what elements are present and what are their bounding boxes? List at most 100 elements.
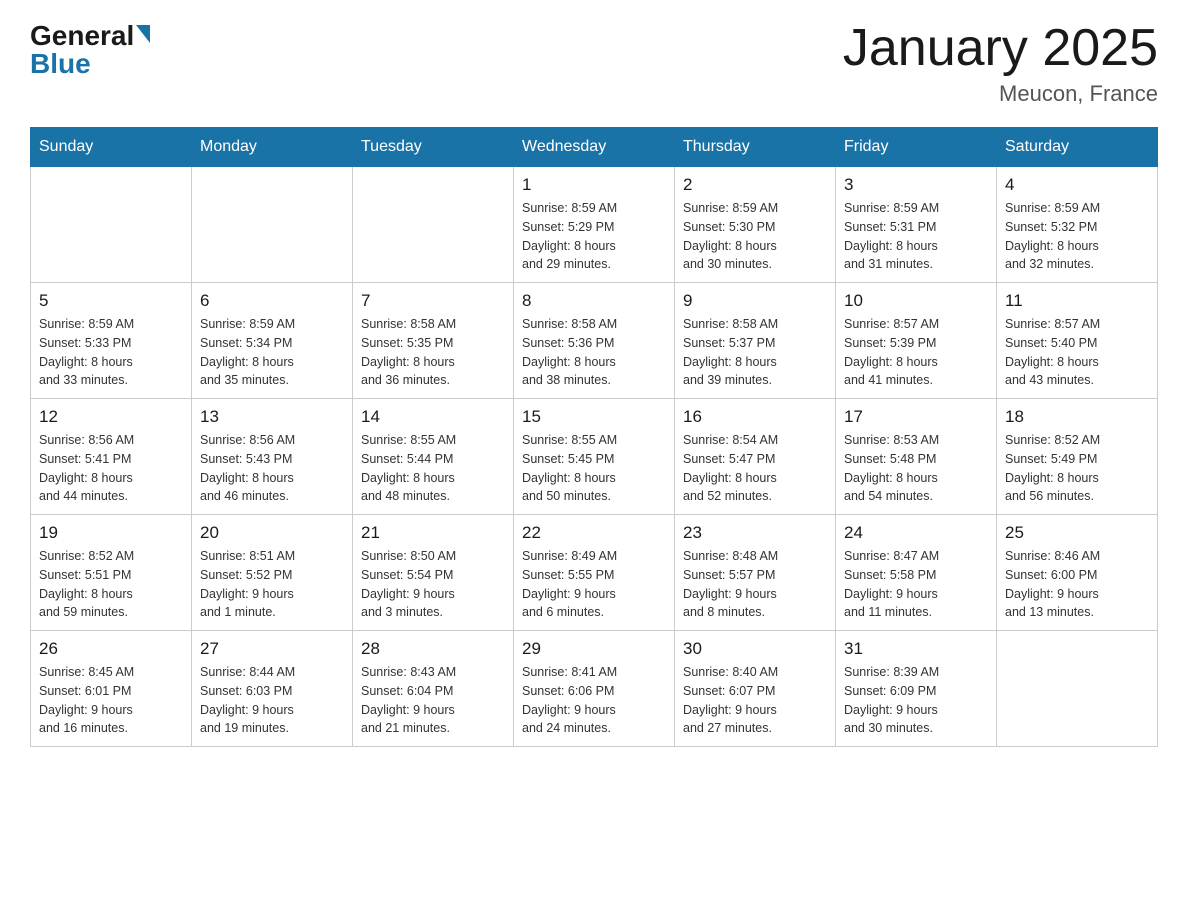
calendar-cell: 21 Sunrise: 8:50 AM Sunset: 5:54 PM Dayli… xyxy=(353,515,514,631)
calendar-cell: 14 Sunrise: 8:55 AM Sunset: 5:44 PM Dayli… xyxy=(353,399,514,515)
logo: General Blue xyxy=(30,20,150,80)
day-info: Sunrise: 8:59 AM Sunset: 5:34 PM Dayligh… xyxy=(200,315,344,390)
day-info: Sunrise: 8:59 AM Sunset: 5:33 PM Dayligh… xyxy=(39,315,183,390)
day-info: Sunrise: 8:56 AM Sunset: 5:43 PM Dayligh… xyxy=(200,431,344,506)
day-info: Sunrise: 8:56 AM Sunset: 5:41 PM Dayligh… xyxy=(39,431,183,506)
calendar-day-header: Saturday xyxy=(997,128,1158,167)
day-info: Sunrise: 8:59 AM Sunset: 5:31 PM Dayligh… xyxy=(844,199,988,274)
day-info: Sunrise: 8:58 AM Sunset: 5:36 PM Dayligh… xyxy=(522,315,666,390)
day-info: Sunrise: 8:41 AM Sunset: 6:06 PM Dayligh… xyxy=(522,663,666,738)
day-number: 10 xyxy=(844,291,988,311)
calendar-cell: 8 Sunrise: 8:58 AM Sunset: 5:36 PM Daylig… xyxy=(514,283,675,399)
day-info: Sunrise: 8:43 AM Sunset: 6:04 PM Dayligh… xyxy=(361,663,505,738)
day-number: 31 xyxy=(844,639,988,659)
day-info: Sunrise: 8:39 AM Sunset: 6:09 PM Dayligh… xyxy=(844,663,988,738)
day-number: 6 xyxy=(200,291,344,311)
day-number: 8 xyxy=(522,291,666,311)
logo-blue: Blue xyxy=(30,48,91,80)
day-number: 12 xyxy=(39,407,183,427)
day-number: 17 xyxy=(844,407,988,427)
calendar-cell: 28 Sunrise: 8:43 AM Sunset: 6:04 PM Dayli… xyxy=(353,631,514,747)
calendar-cell: 17Sunrise: 8:53 AM Sunset: 5:48 PM Dayli… xyxy=(836,399,997,515)
calendar-cell: 20Sunrise: 8:51 AM Sunset: 5:52 PM Dayli… xyxy=(192,515,353,631)
calendar-cell: 25Sunrise: 8:46 AM Sunset: 6:00 PM Dayli… xyxy=(997,515,1158,631)
day-number: 11 xyxy=(1005,291,1149,311)
calendar-cell: 29 Sunrise: 8:41 AM Sunset: 6:06 PM Dayli… xyxy=(514,631,675,747)
calendar-week-row: 26 Sunrise: 8:45 AM Sunset: 6:01 PM Dayli… xyxy=(31,631,1158,747)
calendar-cell: 10 Sunrise: 8:57 AM Sunset: 5:39 PM Dayli… xyxy=(836,283,997,399)
day-info: Sunrise: 8:55 AM Sunset: 5:45 PM Dayligh… xyxy=(522,431,666,506)
day-number: 23 xyxy=(683,523,827,543)
calendar-week-row: 5 Sunrise: 8:59 AM Sunset: 5:33 PM Daylig… xyxy=(31,283,1158,399)
calendar-cell: 19Sunrise: 8:52 AM Sunset: 5:51 PM Dayli… xyxy=(31,515,192,631)
calendar-day-header: Friday xyxy=(836,128,997,167)
calendar-week-row: 19Sunrise: 8:52 AM Sunset: 5:51 PM Dayli… xyxy=(31,515,1158,631)
day-number: 26 xyxy=(39,639,183,659)
day-info: Sunrise: 8:57 AM Sunset: 5:39 PM Dayligh… xyxy=(844,315,988,390)
calendar-cell: 31 Sunrise: 8:39 AM Sunset: 6:09 PM Dayli… xyxy=(836,631,997,747)
calendar-day-header: Wednesday xyxy=(514,128,675,167)
day-number: 19 xyxy=(39,523,183,543)
title-section: January 2025 Meucon, France xyxy=(843,20,1158,107)
calendar-cell: 23 Sunrise: 8:48 AM Sunset: 5:57 PM Dayli… xyxy=(675,515,836,631)
day-number: 16 xyxy=(683,407,827,427)
day-number: 27 xyxy=(200,639,344,659)
calendar-cell: 24 Sunrise: 8:47 AM Sunset: 5:58 PM Dayli… xyxy=(836,515,997,631)
day-info: Sunrise: 8:55 AM Sunset: 5:44 PM Dayligh… xyxy=(361,431,505,506)
day-info: Sunrise: 8:47 AM Sunset: 5:58 PM Dayligh… xyxy=(844,547,988,622)
day-info: Sunrise: 8:49 AM Sunset: 5:55 PM Dayligh… xyxy=(522,547,666,622)
calendar-cell xyxy=(353,167,514,283)
day-number: 5 xyxy=(39,291,183,311)
day-number: 22 xyxy=(522,523,666,543)
day-number: 14 xyxy=(361,407,505,427)
day-number: 25 xyxy=(1005,523,1149,543)
day-info: Sunrise: 8:52 AM Sunset: 5:49 PM Dayligh… xyxy=(1005,431,1149,506)
day-info: Sunrise: 8:50 AM Sunset: 5:54 PM Dayligh… xyxy=(361,547,505,622)
day-info: Sunrise: 8:45 AM Sunset: 6:01 PM Dayligh… xyxy=(39,663,183,738)
day-info: Sunrise: 8:48 AM Sunset: 5:57 PM Dayligh… xyxy=(683,547,827,622)
calendar-cell: 13 Sunrise: 8:56 AM Sunset: 5:43 PM Dayli… xyxy=(192,399,353,515)
day-info: Sunrise: 8:59 AM Sunset: 5:32 PM Dayligh… xyxy=(1005,199,1149,274)
calendar-day-header: Tuesday xyxy=(353,128,514,167)
day-number: 9 xyxy=(683,291,827,311)
page-header: General Blue January 2025 Meucon, France xyxy=(30,20,1158,107)
day-number: 28 xyxy=(361,639,505,659)
day-number: 30 xyxy=(683,639,827,659)
day-number: 7 xyxy=(361,291,505,311)
logo-triangle-icon xyxy=(136,25,150,43)
calendar-day-header: Thursday xyxy=(675,128,836,167)
calendar-cell: 1Sunrise: 8:59 AM Sunset: 5:29 PM Daylig… xyxy=(514,167,675,283)
calendar-cell: 27 Sunrise: 8:44 AM Sunset: 6:03 PM Dayli… xyxy=(192,631,353,747)
calendar-table: SundayMondayTuesdayWednesdayThursdayFrid… xyxy=(30,127,1158,747)
calendar-week-row: 1Sunrise: 8:59 AM Sunset: 5:29 PM Daylig… xyxy=(31,167,1158,283)
calendar-header-row: SundayMondayTuesdayWednesdayThursdayFrid… xyxy=(31,128,1158,167)
day-number: 29 xyxy=(522,639,666,659)
calendar-cell: 3Sunrise: 8:59 AM Sunset: 5:31 PM Daylig… xyxy=(836,167,997,283)
calendar-cell: 26 Sunrise: 8:45 AM Sunset: 6:01 PM Dayli… xyxy=(31,631,192,747)
calendar-cell: 4 Sunrise: 8:59 AM Sunset: 5:32 PM Daylig… xyxy=(997,167,1158,283)
calendar-cell: 5 Sunrise: 8:59 AM Sunset: 5:33 PM Daylig… xyxy=(31,283,192,399)
day-info: Sunrise: 8:44 AM Sunset: 6:03 PM Dayligh… xyxy=(200,663,344,738)
calendar-cell: 18 Sunrise: 8:52 AM Sunset: 5:49 PM Dayli… xyxy=(997,399,1158,515)
day-number: 24 xyxy=(844,523,988,543)
day-number: 1 xyxy=(522,175,666,195)
day-number: 15 xyxy=(522,407,666,427)
day-number: 21 xyxy=(361,523,505,543)
calendar-cell: 16 Sunrise: 8:54 AM Sunset: 5:47 PM Dayli… xyxy=(675,399,836,515)
day-number: 20 xyxy=(200,523,344,543)
day-info: Sunrise: 8:54 AM Sunset: 5:47 PM Dayligh… xyxy=(683,431,827,506)
day-info: Sunrise: 8:58 AM Sunset: 5:35 PM Dayligh… xyxy=(361,315,505,390)
day-info: Sunrise: 8:40 AM Sunset: 6:07 PM Dayligh… xyxy=(683,663,827,738)
day-number: 4 xyxy=(1005,175,1149,195)
day-number: 13 xyxy=(200,407,344,427)
calendar-body: 1Sunrise: 8:59 AM Sunset: 5:29 PM Daylig… xyxy=(31,167,1158,747)
calendar-day-header: Sunday xyxy=(31,128,192,167)
day-number: 2 xyxy=(683,175,827,195)
calendar-cell: 7 Sunrise: 8:58 AM Sunset: 5:35 PM Daylig… xyxy=(353,283,514,399)
day-info: Sunrise: 8:58 AM Sunset: 5:37 PM Dayligh… xyxy=(683,315,827,390)
day-number: 18 xyxy=(1005,407,1149,427)
calendar-cell xyxy=(31,167,192,283)
location-subtitle: Meucon, France xyxy=(843,81,1158,107)
calendar-cell: 15 Sunrise: 8:55 AM Sunset: 5:45 PM Dayli… xyxy=(514,399,675,515)
calendar-day-header: Monday xyxy=(192,128,353,167)
